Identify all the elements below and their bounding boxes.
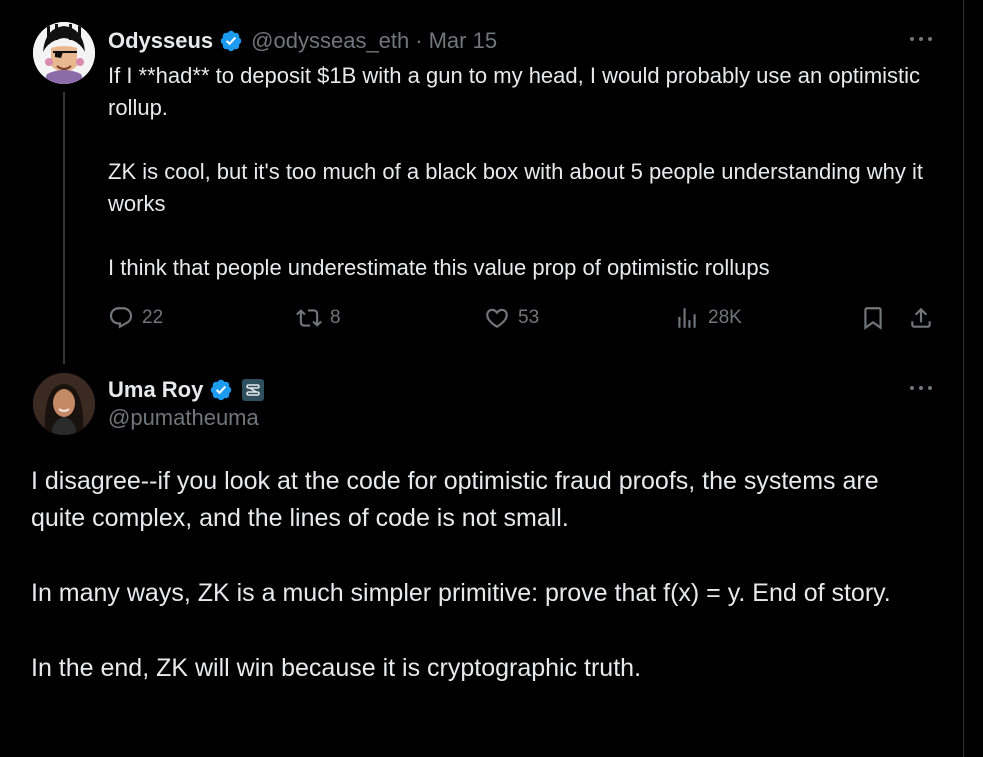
- avatar-illustration: [33, 22, 95, 84]
- author-name[interactable]: Odysseus: [108, 28, 213, 54]
- action-bar: 22 8 53 28K: [108, 300, 938, 336]
- tweet-text: If I **had** to deposit $1B with a gun t…: [108, 60, 938, 284]
- views-count: 28K: [708, 307, 742, 328]
- tweet-header: Uma Roy: [108, 375, 265, 405]
- reply-count: 22: [142, 307, 164, 328]
- author-handle[interactable]: @pumatheuma: [108, 405, 259, 431]
- verified-badge-icon: [219, 29, 243, 53]
- tweet-paragraph: ZK is cool, but it's too much of a black…: [108, 159, 923, 216]
- share-icon: [911, 307, 931, 328]
- avatar-uma-roy[interactable]: [33, 373, 95, 435]
- header-separator: ·: [415, 28, 423, 53]
- affiliate-badge-icon[interactable]: [241, 378, 265, 402]
- tweet-paragraph: I disagree--if you look at the code for …: [31, 467, 879, 532]
- tweet-odysseus[interactable]: Odysseus @odysseas_eth · Mar 15 If I **h…: [0, 0, 963, 370]
- repost-icon: [296, 309, 322, 327]
- reply-icon: [109, 307, 133, 329]
- timeline-border: [963, 0, 964, 757]
- bookmark-icon: [864, 307, 882, 330]
- bookmark-button[interactable]: [860, 300, 894, 336]
- verified-badge-icon: [209, 378, 233, 402]
- tweet-header: Odysseus @odysseas_eth · Mar 15: [108, 26, 497, 56]
- like-button[interactable]: 53: [484, 300, 539, 336]
- repost-count: 8: [330, 307, 341, 328]
- author-handle[interactable]: @odysseas_eth: [251, 28, 409, 54]
- tweet-text: I disagree--if you look at the code for …: [31, 463, 931, 687]
- like-icon: [486, 308, 508, 328]
- more-icon[interactable]: [908, 383, 938, 393]
- avatar-photo: [33, 373, 95, 435]
- views-icon: [678, 308, 696, 328]
- tweet-paragraph: In the end, ZK will win because it is cr…: [31, 654, 642, 682]
- tweet-paragraph: I think that people underestimate this v…: [108, 255, 770, 280]
- thread-connector: [63, 92, 65, 364]
- share-button[interactable]: [908, 300, 942, 336]
- tweet-paragraph: In many ways, ZK is a much simpler primi…: [31, 579, 891, 607]
- tweet-date[interactable]: Mar 15: [429, 28, 497, 54]
- repost-button[interactable]: 8: [296, 300, 341, 336]
- reply-button[interactable]: 22: [108, 300, 163, 336]
- tweet-uma-roy[interactable]: Uma Roy @pumatheuma I disagree--if you l…: [0, 370, 963, 757]
- avatar-odysseus[interactable]: [33, 22, 95, 84]
- like-count: 53: [518, 307, 540, 328]
- views-button[interactable]: 28K: [674, 300, 742, 336]
- more-icon[interactable]: [908, 34, 938, 44]
- tweet-paragraph: If I **had** to deposit $1B with a gun t…: [108, 63, 921, 120]
- author-name[interactable]: Uma Roy: [108, 377, 203, 403]
